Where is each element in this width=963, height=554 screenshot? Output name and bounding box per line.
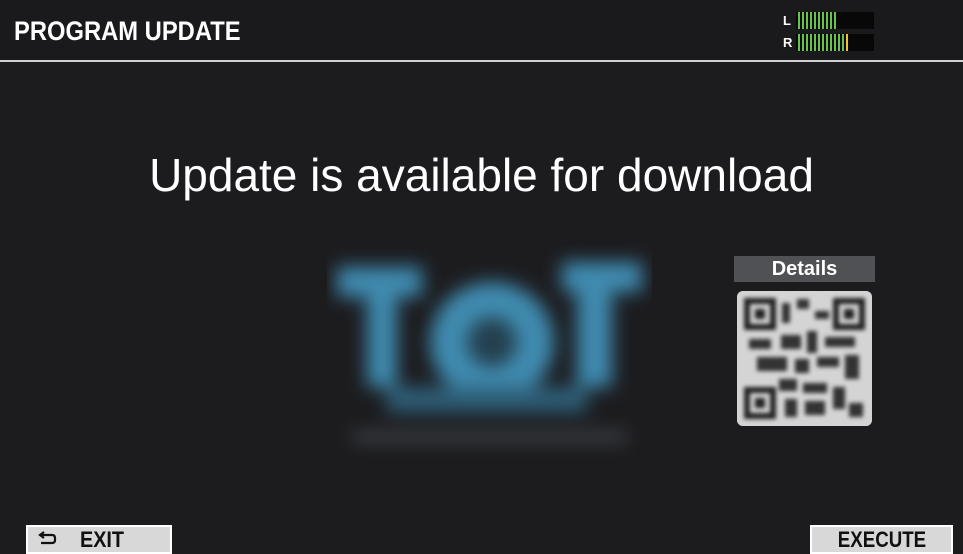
- meter-left-label: L: [783, 13, 791, 28]
- page-title: PROGRAM UPDATE: [14, 16, 241, 46]
- meter-left-segment: [802, 12, 804, 29]
- meter-left-segment: [814, 12, 816, 29]
- meter-left-segment: [818, 12, 820, 29]
- meter-right-segment: [814, 34, 816, 51]
- meter-right-label: R: [783, 35, 793, 50]
- device-screen: PROGRAM UPDATE L R Update is available f…: [0, 0, 963, 554]
- details-label: Details: [734, 256, 875, 282]
- meter-right-segment: [846, 34, 848, 51]
- meter-right-segment: [822, 34, 824, 51]
- meter-left-segment: [830, 12, 832, 29]
- meter-left-segment: [810, 12, 812, 29]
- header-bar: PROGRAM UPDATE L R: [0, 0, 963, 62]
- meter-right-segment: [802, 34, 804, 51]
- exit-button[interactable]: EXIT: [26, 525, 172, 554]
- meter-left-segment: [798, 12, 800, 29]
- meter-right-segment: [798, 34, 800, 51]
- meter-right-segment: [806, 34, 808, 51]
- blurred-logo-image: [327, 237, 652, 462]
- meter-right-segment: [810, 34, 812, 51]
- meter-right-segment: [818, 34, 820, 51]
- meter-left-bar: [796, 12, 874, 29]
- qr-code-icon[interactable]: [737, 291, 872, 426]
- exit-label: EXIT: [80, 527, 125, 552]
- meter-right-segment: [830, 34, 832, 51]
- meter-right-segment: [838, 34, 840, 51]
- update-headline: Update is available for download: [149, 149, 814, 201]
- execute-label: EXECUTE: [837, 527, 926, 552]
- return-arrow-icon: [38, 531, 57, 545]
- meter-right-bar: [796, 34, 874, 51]
- meter-left-segment: [834, 12, 836, 29]
- execute-button[interactable]: EXECUTE: [810, 525, 953, 554]
- level-meter: L R: [783, 12, 875, 54]
- meter-right-segment: [826, 34, 828, 51]
- meter-left-segment: [822, 12, 824, 29]
- meter-left-segment: [806, 12, 808, 29]
- meter-right-segment: [834, 34, 836, 51]
- meter-right-segment: [842, 34, 844, 51]
- meter-left-segment: [826, 12, 828, 29]
